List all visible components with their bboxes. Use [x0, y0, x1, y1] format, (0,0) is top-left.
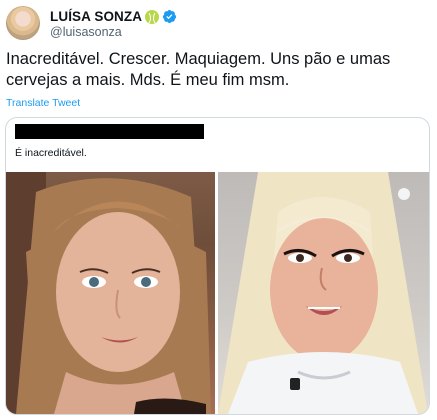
tweet-header: LUÍSA SONZA @luisasonza: [6, 4, 431, 42]
author-name-row: LUÍSA SONZA: [50, 8, 177, 25]
verified-badge-icon: [163, 9, 177, 24]
photo-before-illustration: [6, 172, 211, 414]
quoted-tweet-card[interactable]: É inacreditável.: [5, 117, 430, 415]
tennis-ball-icon: [145, 9, 160, 25]
redacted-quoted-author: [15, 124, 204, 139]
photo-after[interactable]: [218, 172, 429, 414]
avatar[interactable]: [6, 6, 40, 40]
quoted-tweet-text: É inacreditável.: [15, 147, 87, 159]
author-display-name[interactable]: LUÍSA SONZA: [50, 9, 142, 24]
translate-tweet-link[interactable]: Translate Tweet: [6, 97, 80, 109]
author-handle[interactable]: @luisasonza: [50, 25, 122, 39]
photo-before[interactable]: [6, 172, 215, 414]
quoted-photo-grid: [6, 172, 429, 414]
photo-after-illustration: [218, 172, 428, 414]
tweet-text: Inacreditável. Crescer. Maquiagem. Uns p…: [6, 50, 391, 89]
